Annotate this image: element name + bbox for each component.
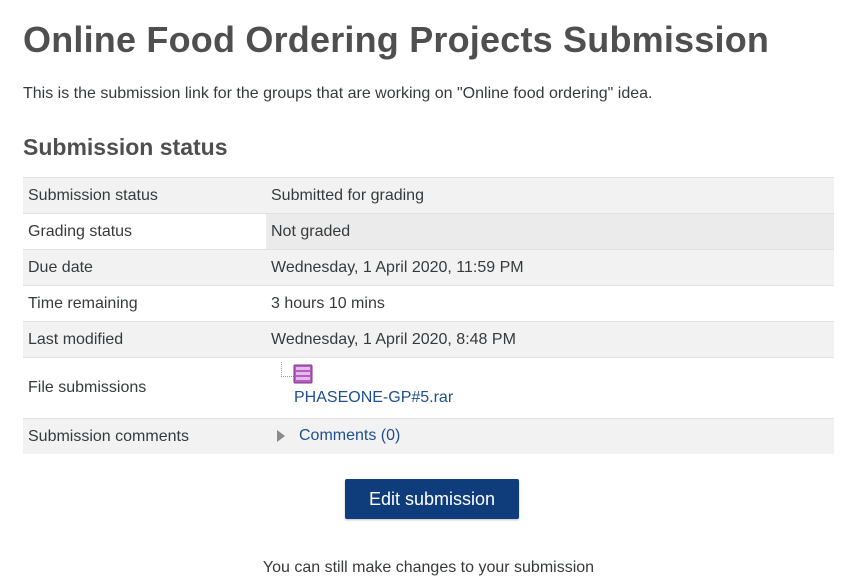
row-label: Submission status	[23, 177, 266, 214]
submission-status-table: Submission status Submitted for grading …	[23, 177, 834, 454]
table-row: File submissions PHASEONE-GP#5.rar	[23, 357, 834, 419]
edit-submission-button[interactable]: Edit submission	[345, 479, 519, 519]
comments-link[interactable]: Comments (0)	[299, 427, 400, 445]
row-label: Due date	[23, 249, 266, 286]
page-title: Online Food Ordering Projects Submission	[23, 19, 770, 60]
intro-text: This is the submission link for the grou…	[23, 85, 653, 102]
table-row: Time remaining 3 hours 10 mins	[23, 285, 834, 322]
expand-triangle-icon	[277, 429, 285, 442]
help-text: You can still make changes to your submi…	[262, 559, 595, 576]
table-row: Last modified Wednesday, 1 April 2020, 8…	[23, 321, 834, 358]
row-label: Time remaining	[23, 285, 266, 322]
comments-toggle[interactable]: Comments (0)	[271, 427, 400, 445]
table-row: Submission status Submitted for grading	[23, 177, 834, 214]
row-value: Wednesday, 1 April 2020, 8:48 PM	[266, 321, 834, 358]
table-row: Grading status Not graded	[23, 213, 834, 250]
row-label: Last modified	[23, 321, 266, 358]
row-label: Submission comments	[23, 418, 266, 454]
row-value: Submitted for grading	[266, 177, 834, 214]
table-row: Submission comments Comments (0)	[23, 418, 834, 454]
row-label: File submissions	[23, 357, 266, 419]
row-value: 3 hours 10 mins	[266, 285, 834, 322]
archive-icon	[293, 364, 313, 384]
row-value: Wednesday, 1 April 2020, 11:59 PM	[266, 249, 834, 286]
comments-cell: Comments (0)	[266, 418, 834, 454]
file-link[interactable]: PHASEONE-GP#5.rar	[294, 389, 453, 407]
table-row: Due date Wednesday, 1 April 2020, 11:59 …	[23, 249, 834, 286]
file-submissions-cell: PHASEONE-GP#5.rar	[266, 357, 834, 419]
section-heading: Submission status	[23, 134, 228, 160]
row-value: Not graded	[266, 213, 834, 250]
row-label: Grading status	[23, 213, 266, 250]
